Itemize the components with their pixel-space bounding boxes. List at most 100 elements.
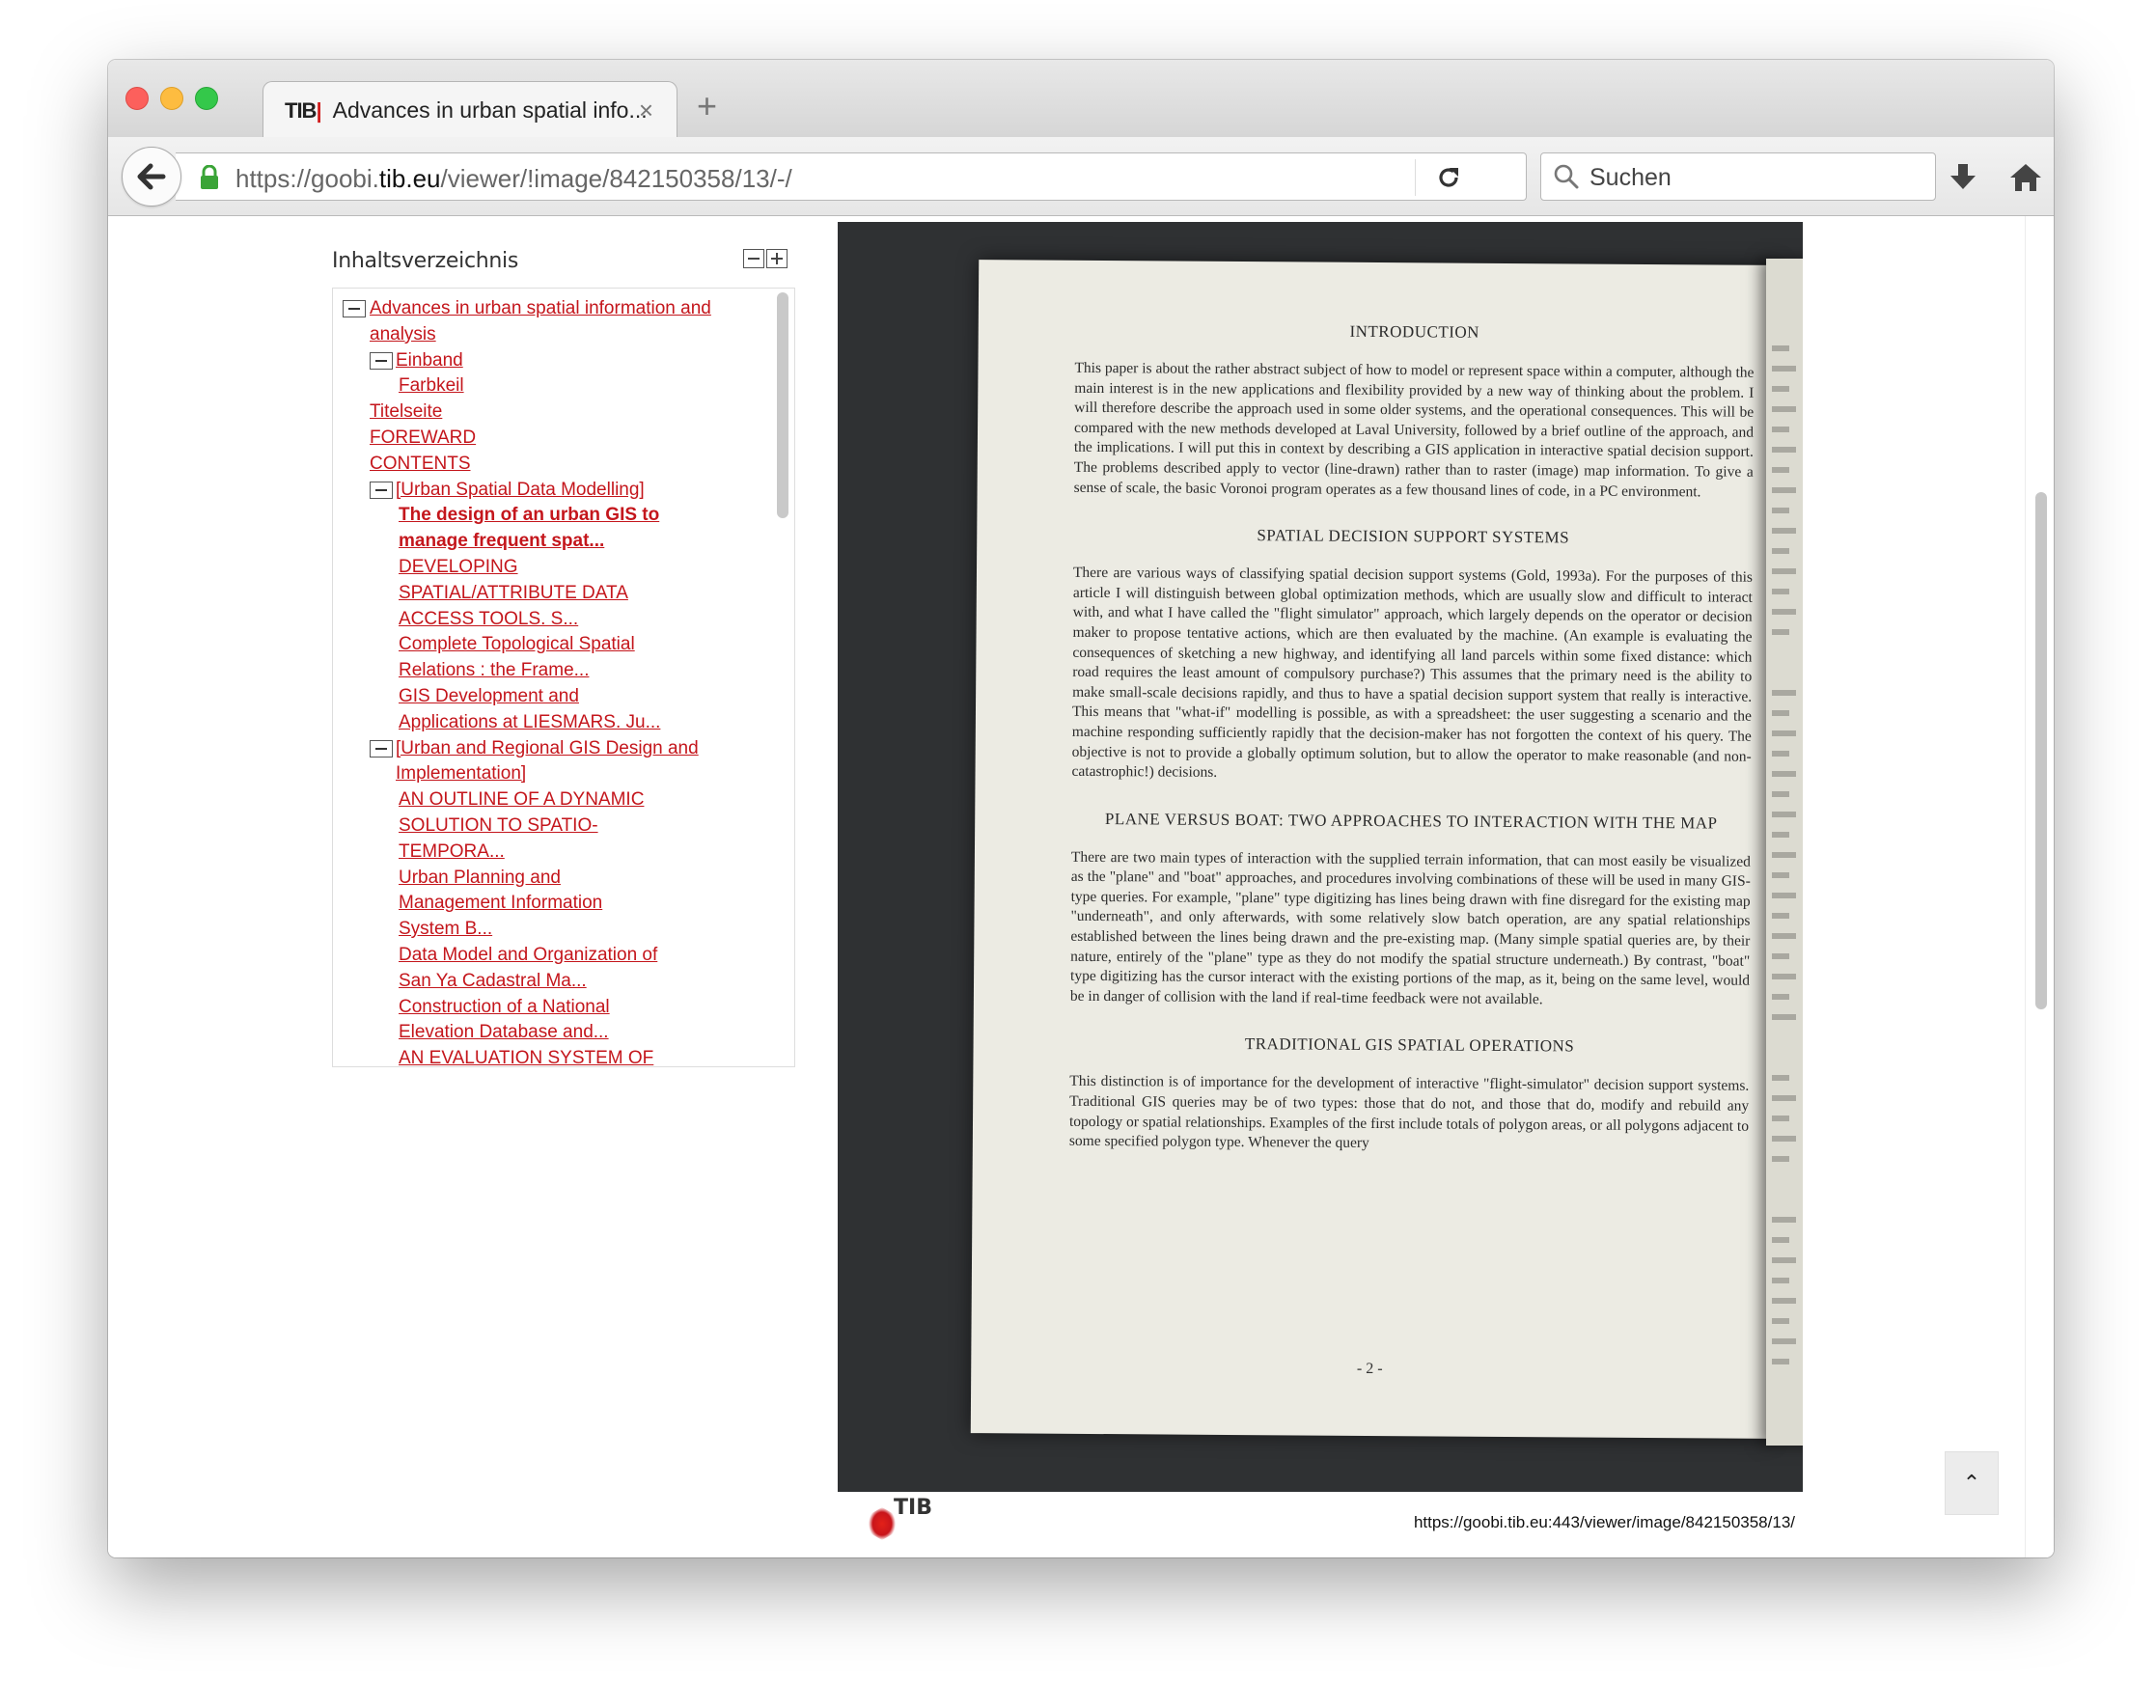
toc-item: Urban Planning and Management Informatio… [333, 866, 667, 943]
toc-scrollbar[interactable] [777, 292, 788, 518]
section-body: This distinction is of importance for th… [1068, 1073, 1750, 1152]
toc-link[interactable]: AN OUTLINE OF A DYNAMIC SOLUTION TO SPAT… [399, 789, 644, 862]
section-body: This paper is about the rather abstract … [1073, 359, 1755, 500]
tab-close-icon[interactable]: × [639, 96, 653, 125]
facing-page-text-line [1772, 1136, 1796, 1142]
collapse-node-icon[interactable] [370, 739, 393, 758]
page-scrollbar[interactable] [2025, 216, 2054, 1557]
section-heading: PLANE VERSUS BOAT: TWO APPROACHES TO INT… [1104, 809, 1718, 833]
toc-item: Construction of a National Elevation Dat… [333, 995, 667, 1047]
facing-page-text-line [1772, 751, 1789, 757]
facing-page-text-line [1772, 1278, 1789, 1283]
image-viewer[interactable]: INTRODUCTION This paper is about the rath… [838, 222, 1803, 1492]
facing-page-text-line [1772, 508, 1789, 513]
page-number: - 2 - [1356, 1360, 1383, 1378]
toc-link[interactable]: Titelseite [370, 401, 442, 422]
toc-link[interactable]: DEVELOPING SPATIAL/ATTRIBUTE DATA ACCESS… [399, 557, 628, 629]
toc-item: Data Model and Organization of San Ya Ca… [333, 943, 667, 995]
viewer-footer: TIB https://goobi.tib.eu:443/viewer/imag… [838, 1492, 1803, 1557]
address-bar[interactable]: https://goobi.tib.eu/viewer/!image/84215… [176, 152, 1527, 201]
toc-item: [Urban Spatial Data Modelling] [333, 478, 700, 504]
search-box[interactable]: Suchen [1540, 152, 1936, 201]
toc-item: Titelseite [333, 399, 738, 426]
toc-link[interactable]: Urban Planning and Management Informatio… [399, 868, 602, 940]
back-button[interactable] [122, 147, 181, 207]
toc-link[interactable]: Farbkeil [399, 375, 464, 396]
facing-page-text-line [1772, 974, 1796, 979]
browser-tab[interactable]: TIB| Advances in urban spatial info... × [263, 81, 677, 139]
facing-page-text-line [1772, 852, 1796, 858]
collapse-node-icon[interactable] [343, 300, 366, 317]
tib-favicon-icon: TIB| [285, 97, 322, 124]
collapse-node-icon[interactable] [370, 481, 393, 499]
toc-item: Einband [333, 348, 700, 374]
facing-page-text-line [1772, 345, 1789, 351]
facing-page-text-line [1772, 832, 1789, 838]
collapse-node-icon[interactable] [370, 351, 393, 370]
facing-page-text-line [1772, 690, 1796, 696]
collapse-all-icon[interactable] [743, 249, 764, 268]
toc-link[interactable]: GIS Development and Applications at LIES… [399, 686, 660, 732]
toc-link[interactable]: Data Model and Organization of San Ya Ca… [399, 945, 657, 991]
facing-page-text-line [1772, 548, 1789, 554]
navigation-toolbar: https://goobi.tib.eu/viewer/!image/84215… [108, 137, 2054, 216]
facing-page-text-line [1772, 1298, 1796, 1304]
facing-page-text-line [1772, 1014, 1796, 1020]
expand-all-icon[interactable] [766, 249, 788, 268]
facing-page-text-line [1772, 406, 1796, 412]
section-heading: SPATIAL DECISION SUPPORT SYSTEMS [1257, 526, 1570, 547]
facing-page-text-line [1772, 933, 1796, 939]
facing-page-text-line [1772, 447, 1796, 453]
facing-page-text-line [1772, 568, 1796, 574]
search-placeholder: Suchen [1589, 164, 1672, 191]
new-tab-button[interactable]: + [697, 89, 717, 124]
zoom-window-button[interactable] [195, 87, 218, 110]
scroll-to-top-button[interactable]: ⌃ [1945, 1451, 1999, 1515]
toc-controls [743, 249, 788, 268]
toc-link[interactable]: Construction of a National Elevation Dat… [399, 997, 610, 1043]
minimize-window-button[interactable] [160, 87, 183, 110]
toc-link[interactable]: FOREWARD [370, 427, 476, 448]
facing-page-text-line [1772, 994, 1789, 1000]
toc-link[interactable]: AN EVALUATION SYSTEM OF INVESTMENT ENVIR… [399, 1048, 657, 1066]
toc-item: GIS Development and Applications at LIES… [333, 684, 667, 736]
toc-link[interactable]: The design of an urban GIS to manage fre… [399, 505, 659, 551]
toc-item: DEVELOPING SPATIAL/ATTRIBUTE DATA ACCESS… [333, 555, 667, 632]
toc-panel[interactable]: Advances in urban spatial information an… [332, 288, 795, 1067]
search-icon [1554, 164, 1579, 189]
facing-page-text-line [1772, 791, 1789, 797]
close-window-button[interactable] [125, 87, 149, 110]
tib-logo-text: TIB [894, 1496, 932, 1520]
facing-page-text-line [1772, 812, 1796, 817]
toc-item: [Urban and Regional GIS Design and Imple… [333, 736, 700, 788]
section-body: There are two main types of interaction … [1069, 848, 1751, 1008]
download-icon[interactable] [1948, 162, 1978, 193]
toc-link[interactable]: Advances in urban spatial information an… [370, 298, 711, 344]
section-heading: INTRODUCTION [1349, 321, 1480, 342]
favicon-bar: | [316, 97, 321, 123]
toc-link[interactable]: [Urban and Regional GIS Design and Imple… [396, 738, 699, 785]
url-domain: tib.eu [378, 164, 441, 193]
page-text: INTRODUCTION This paper is about the rath… [1069, 320, 1755, 1184]
home-icon[interactable] [2009, 162, 2042, 193]
chevron-up-icon: ⌃ [1962, 1471, 1981, 1495]
facing-page-text-line [1772, 1217, 1796, 1223]
facing-page-text-line [1772, 913, 1789, 919]
facing-page-text-line [1772, 1156, 1789, 1162]
url-prefix: https://goobi. [235, 164, 379, 193]
facing-page-text-line [1772, 1095, 1796, 1101]
facing-page-text-line [1772, 730, 1796, 736]
toc-link[interactable]: Einband [396, 350, 463, 371]
toc-link[interactable]: CONTENTS [370, 454, 471, 474]
facing-page-text-line [1772, 487, 1796, 493]
back-arrow-icon [137, 163, 166, 190]
facing-page-text-line [1772, 366, 1796, 372]
toc-link[interactable]: Complete Topological Spatial Relations :… [399, 634, 635, 680]
toc-link[interactable]: [Urban Spatial Data Modelling] [396, 480, 645, 500]
toc-item: AN OUTLINE OF A DYNAMIC SOLUTION TO SPAT… [333, 787, 667, 865]
page-scrollbar-thumb[interactable] [2035, 492, 2047, 1009]
reload-icon[interactable] [1434, 163, 1463, 192]
url-text[interactable]: https://goobi.tib.eu/viewer/!image/84215… [235, 164, 792, 194]
section-body: There are various ways of classifying sp… [1071, 564, 1754, 781]
image-url[interactable]: https://goobi.tib.eu:443/viewer/image/84… [1414, 1513, 1795, 1532]
